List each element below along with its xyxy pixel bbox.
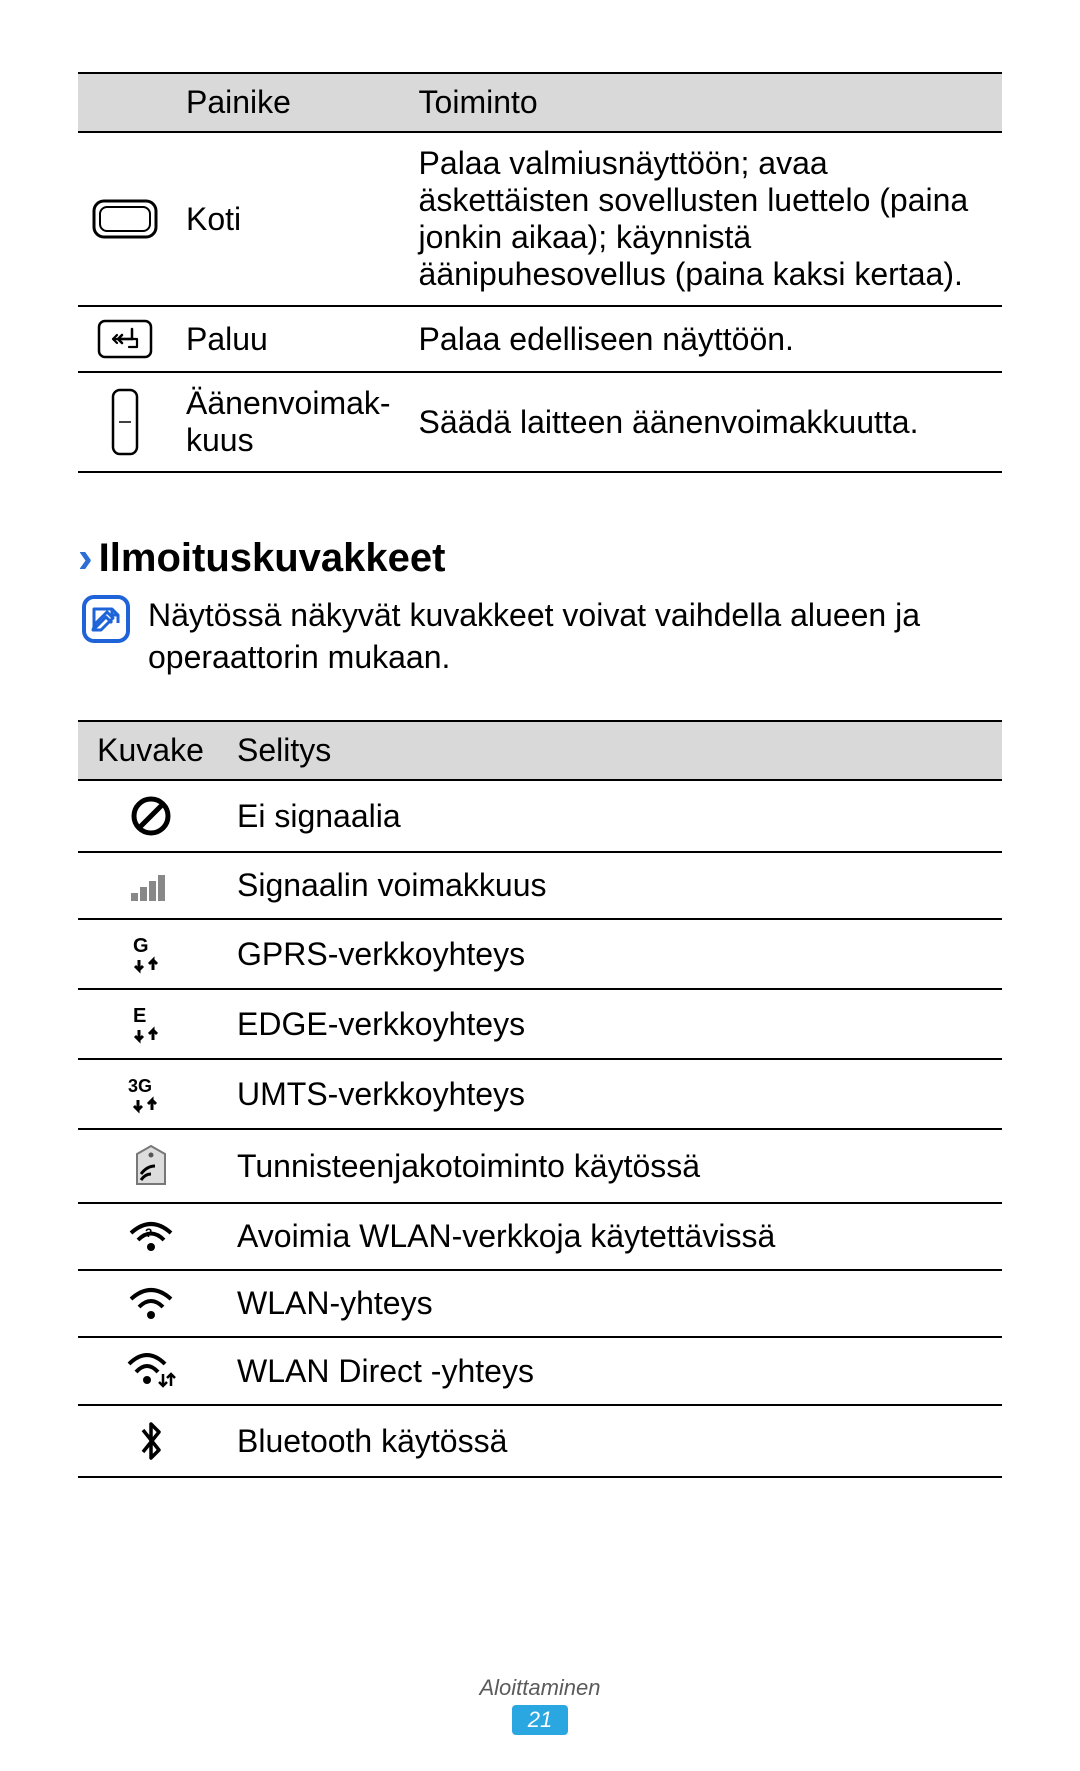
section-title: Ilmoituskuvakkeet bbox=[99, 536, 446, 581]
gprs-icon: G bbox=[92, 934, 209, 974]
page-footer: Aloittaminen 21 bbox=[0, 1675, 1080, 1735]
svg-text:G: G bbox=[133, 935, 149, 957]
button-name: Paluu bbox=[172, 306, 405, 372]
svg-text:3G: 3G bbox=[128, 1076, 152, 1096]
table-row: 3G UMTS-verkkoyhteys bbox=[78, 1059, 1002, 1129]
table-row: Tunnisteenjakotoiminto käytössä bbox=[78, 1129, 1002, 1203]
note-block: Näytössä näkyvät kuvakkeet voivat vaihde… bbox=[78, 595, 1002, 678]
table-row: Ei signaalia bbox=[78, 780, 1002, 852]
icon-desc: WLAN-yhteys bbox=[223, 1270, 1002, 1337]
button-function: Säädä laitteen äänenvoimakkuutta. bbox=[405, 372, 1002, 472]
button-name: Äänenvoimak-kuus bbox=[172, 372, 405, 472]
svg-text:E: E bbox=[133, 1005, 146, 1027]
icon-desc: Bluetooth käytössä bbox=[223, 1405, 1002, 1477]
volume-button-icon bbox=[92, 388, 158, 456]
footer-section-name: Aloittaminen bbox=[0, 1675, 1080, 1701]
buttons-table: Painike Toiminto Koti Palaa valmiusnäytt… bbox=[78, 72, 1002, 473]
home-button-icon bbox=[92, 199, 158, 239]
table-row: Paluu Palaa edelliseen näyttöön. bbox=[78, 306, 1002, 372]
table-row: E EDGE-verkkoyhteys bbox=[78, 989, 1002, 1059]
table1-header-button: Painike bbox=[172, 73, 405, 132]
icon-desc: EDGE-verkkoyhteys bbox=[223, 989, 1002, 1059]
icon-desc: UMTS-verkkoyhteys bbox=[223, 1059, 1002, 1129]
button-function: Palaa valmiusnäyttöön; avaa äskettäisten… bbox=[405, 132, 1002, 306]
table-row: ? Avoimia WLAN-verkkoja käytettävissä bbox=[78, 1203, 1002, 1270]
umts-icon: 3G bbox=[92, 1074, 209, 1114]
icons-table: Kuvake Selitys Ei signaalia Signaalin vo… bbox=[78, 720, 1002, 1478]
note-text: Näytössä näkyvät kuvakkeet voivat vaihde… bbox=[148, 595, 1002, 678]
table-row: G GPRS-verkkoyhteys bbox=[78, 919, 1002, 989]
icon-desc: WLAN Direct -yhteys bbox=[223, 1337, 1002, 1405]
table-row: WLAN Direct -yhteys bbox=[78, 1337, 1002, 1405]
table2-header-icon: Kuvake bbox=[78, 721, 223, 780]
edge-icon: E bbox=[92, 1004, 209, 1044]
no-signal-icon bbox=[92, 795, 209, 837]
table2-header-desc: Selitys bbox=[223, 721, 1002, 780]
table-row: Signaalin voimakkuus bbox=[78, 852, 1002, 919]
svg-text:?: ? bbox=[145, 1226, 152, 1240]
tag-share-icon bbox=[92, 1144, 209, 1188]
back-button-icon bbox=[92, 319, 158, 359]
table1-header-function: Toiminto bbox=[405, 73, 1002, 132]
table1-header-blank bbox=[78, 73, 172, 132]
signal-strength-icon bbox=[92, 869, 209, 903]
icon-desc: Ei signaalia bbox=[223, 780, 1002, 852]
wlan-direct-icon bbox=[92, 1352, 209, 1390]
section-heading: › Ilmoituskuvakkeet bbox=[78, 533, 1002, 583]
wlan-icon bbox=[92, 1287, 209, 1321]
note-icon bbox=[82, 595, 130, 678]
icon-desc: Signaalin voimakkuus bbox=[223, 852, 1002, 919]
table-row: Äänenvoimak-kuus Säädä laitteen äänenvoi… bbox=[78, 372, 1002, 472]
button-function: Palaa edelliseen näyttöön. bbox=[405, 306, 1002, 372]
table-row: WLAN-yhteys bbox=[78, 1270, 1002, 1337]
icon-desc: Tunnisteenjakotoiminto käytössä bbox=[223, 1129, 1002, 1203]
page-number: 21 bbox=[512, 1705, 568, 1735]
icon-desc: GPRS-verkkoyhteys bbox=[223, 919, 1002, 989]
chevron-right-icon: › bbox=[78, 533, 93, 583]
table-row: Koti Palaa valmiusnäyttöön; avaa äskettä… bbox=[78, 132, 1002, 306]
wlan-available-icon: ? bbox=[92, 1219, 209, 1255]
bluetooth-icon bbox=[92, 1420, 209, 1462]
button-name: Koti bbox=[172, 132, 405, 306]
icon-desc: Avoimia WLAN-verkkoja käytettävissä bbox=[223, 1203, 1002, 1270]
table-row: Bluetooth käytössä bbox=[78, 1405, 1002, 1477]
